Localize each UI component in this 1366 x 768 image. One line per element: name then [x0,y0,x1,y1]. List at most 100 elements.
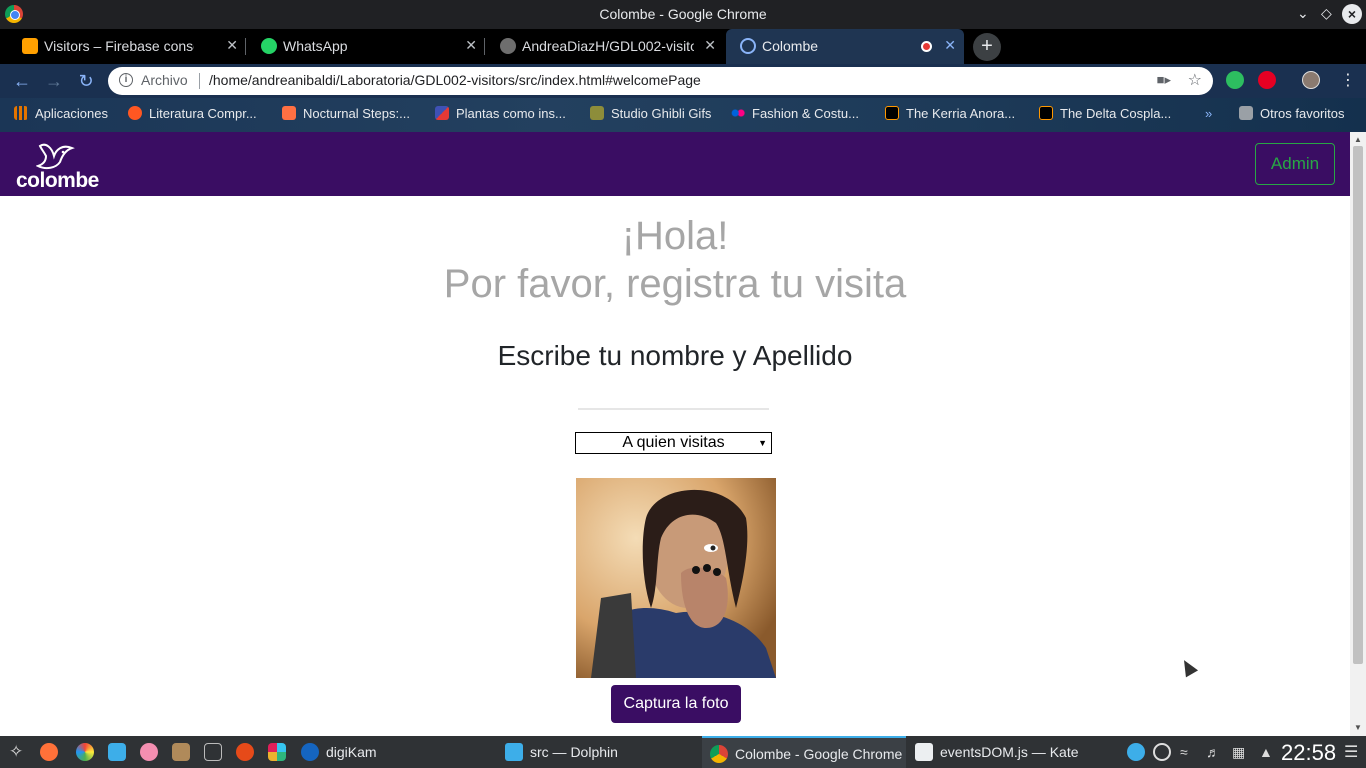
tab-github[interactable]: AndreaDiazH/GDL002-visitors ✕ [486,29,724,64]
tab-label: WhatsApp [283,38,348,54]
flickr-icon [731,106,745,120]
bookmark-label: Nocturnal Steps:... [303,106,410,121]
digikam-icon [301,743,319,761]
updates-icon[interactable] [1153,743,1171,761]
host-select[interactable]: A quien visitas ▼ [575,432,772,454]
scrollbar-thumb[interactable] [1353,146,1363,664]
bookmark-ghibli[interactable]: Studio Ghibli Gifs [590,106,711,121]
close-tab-icon[interactable]: ✕ [226,37,238,54]
bookmark-apps[interactable]: Aplicaciones [14,106,108,121]
info-icon[interactable]: i [119,73,133,87]
new-tab-button[interactable]: + [973,33,1001,61]
image-editor-icon[interactable] [108,743,126,761]
window-title: Colombe - Google Chrome [599,6,767,22]
bookmark-delta[interactable]: The Delta Cospla... [1039,106,1171,121]
accessibility-icon[interactable] [1127,743,1145,761]
reload-icon[interactable]: ↻ [75,70,97,92]
slack-icon[interactable] [268,743,286,761]
bookmark-fashion[interactable]: Fashion & Costu... [731,106,859,121]
bookmark-star-icon[interactable]: ☆ [1188,70,1202,90]
menu-kebab-icon[interactable]: ⋮ [1340,70,1356,90]
tab-whatsapp[interactable]: WhatsApp ✕ [247,29,485,64]
browser-toolbar: ← → ↻ i Archivo /home/andreanibaldi/Labo… [0,64,1366,98]
task-dolphin[interactable]: src — Dolphin [497,736,701,768]
bookmark-label: Otros favoritos [1260,106,1345,121]
admin-button[interactable]: Admin [1255,143,1335,185]
leaf-icon [590,106,604,120]
minimize-icon[interactable]: ⌄ [1297,5,1309,22]
name-input[interactable] [578,388,769,410]
url-text[interactable]: /home/andreanibaldi/Laboratoria/GDL002-v… [209,72,701,88]
maximize-icon[interactable]: ◇ [1321,5,1332,22]
folder-icon [1239,106,1253,120]
globe-icon [740,38,756,54]
scroll-down-icon[interactable]: ▼ [1354,723,1362,732]
pinterest-icon[interactable] [1258,71,1276,89]
krita-icon[interactable] [172,743,190,761]
avatar[interactable] [1302,71,1320,89]
folder-icon [505,743,523,761]
tab-strip: Visitors – Firebase console ✕ WhatsApp ✕… [0,29,1366,64]
clipboard-icon[interactable]: ▦ [1232,744,1245,761]
bookmarks-bar: Aplicaciones Literatura Compr... Nocturn… [0,98,1366,132]
document-icon [915,743,933,761]
forward-icon[interactable]: → [43,70,65,92]
task-digikam[interactable]: digiKam [293,736,497,768]
tab-label: Colombe [762,38,819,54]
scheme-label: Archivo [141,72,188,88]
text-file-icon[interactable] [204,743,222,761]
volume-icon[interactable]: ♬ [1206,744,1220,760]
webcam-image [576,478,776,678]
kde-launcher-icon[interactable]: ✧ [9,742,23,762]
scroll-up-icon[interactable]: ▲ [1354,135,1362,144]
omnibox-divider [199,73,200,89]
task-chrome[interactable]: Colombe - Google Chrome [702,736,906,768]
tab-separator [245,38,246,55]
capture-photo-button[interactable]: Captura la foto [611,685,741,723]
tab-label: Visitors – Firebase console [44,38,194,54]
address-bar[interactable]: i Archivo /home/andreanibaldi/Laboratori… [108,67,1213,95]
page-scrollbar[interactable]: ▲ ▼ [1350,132,1366,736]
close-tab-icon[interactable]: ✕ [704,37,716,54]
bookmark-label: Literatura Compr... [149,106,257,121]
brand-logo-text[interactable]: colombe [16,169,99,193]
more-bookmarks-icon[interactable]: » [1205,106,1212,121]
chat-app-icon[interactable] [140,743,158,761]
tab-label: AndreaDiazH/GDL002-visitors [522,38,694,54]
dropdown-arrow-icon: ▼ [758,438,767,448]
register-visit-heading: Por favor, registra tu visita [443,262,907,306]
bookmark-label: Studio Ghibli Gifs [611,106,712,121]
firefox-icon[interactable] [40,743,58,761]
greeting-heading: ¡Hola! [621,214,729,258]
task-label: src — Dolphin [530,744,618,760]
bookmark-literatura[interactable]: Literatura Compr... [128,106,257,121]
photo-viewer-icon[interactable] [76,743,94,761]
blogger-icon [282,106,296,120]
close-tab-icon[interactable]: ✕ [944,37,956,54]
close-window-icon[interactable]: × [1342,4,1362,24]
task-label: digiKam [326,744,377,760]
recording-indicator-icon [921,41,932,52]
close-tab-icon[interactable]: ✕ [465,37,477,54]
tray-expand-icon[interactable]: ▲ [1259,744,1273,760]
tumblr-m-icon [885,106,899,120]
clock[interactable]: 22:58 [1281,740,1336,766]
task-label: eventsDOM.js — Kate [940,744,1079,760]
chromium-icon[interactable] [236,743,254,761]
tab-colombe[interactable]: Colombe ✕ [726,29,964,64]
panel-menu-icon[interactable]: ☰ [1344,742,1358,762]
wifi-icon[interactable]: ≈ [1180,744,1188,760]
host-select-value: A quien visitas [622,434,725,451]
bookmark-nocturnal[interactable]: Nocturnal Steps:... [282,106,410,121]
bookmark-plantas[interactable]: Plantas como ins... [435,106,566,121]
whatsapp-icon [261,38,277,54]
bookmark-kerria[interactable]: The Kerria Anora... [885,106,1015,121]
task-kate[interactable]: eventsDOM.js — Kate [907,736,1111,768]
tab-firebase[interactable]: Visitors – Firebase console ✕ [8,29,246,64]
camera-icon[interactable]: ■▸ [1157,72,1171,88]
name-prompt: Escribe tu nombre y Apellido [497,340,853,371]
bookmark-otros[interactable]: Otros favoritos [1239,106,1345,121]
evernote-icon[interactable] [1226,71,1244,89]
back-icon[interactable]: ← [11,70,33,92]
bookmark-label: Plantas como ins... [456,106,566,121]
